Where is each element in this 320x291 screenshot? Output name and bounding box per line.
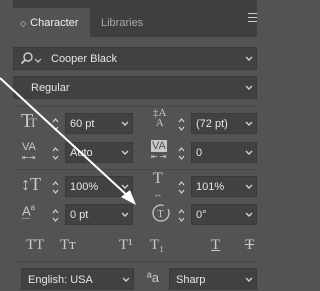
chevron-down-icon <box>242 143 256 162</box>
kerning-field[interactable]: Auto <box>65 142 133 163</box>
font-style-value: Regular <box>31 82 70 94</box>
chevron-down-icon <box>242 114 256 133</box>
baseline-shift-icon: Aa ‾‾‾ <box>22 203 36 228</box>
anti-aliasing-value: Sharp <box>176 274 206 286</box>
chevron-down-icon <box>118 114 132 133</box>
chevron-down-icon <box>118 177 132 196</box>
tracking-value: 0 <box>196 147 203 159</box>
baseline-shift-stepper[interactable] <box>49 206 61 224</box>
font-size-field[interactable]: 60 pt <box>65 113 133 134</box>
language-dropdown[interactable]: English: USA <box>21 268 134 290</box>
divider <box>13 261 257 262</box>
baseline-shift-field[interactable]: 0 pt <box>65 204 133 225</box>
vertical-scale-icon: ↕T <box>21 174 41 194</box>
tracking-field[interactable]: 0 <box>191 142 257 163</box>
kerning-stepper[interactable] <box>49 144 61 162</box>
anti-aliasing-dropdown[interactable]: Sharp <box>169 268 257 290</box>
tab-libraries-label: Libraries <box>101 17 144 29</box>
anti-aliasing-icon: ªa <box>147 270 160 285</box>
rotation-stepper[interactable] <box>175 206 187 224</box>
rotation-value: 0° <box>196 209 207 221</box>
search-icon <box>20 51 42 70</box>
tab-bar: ◇ Character Libraries <box>13 0 257 37</box>
leading-field[interactable]: (72 pt) <box>191 113 257 134</box>
superscript-button[interactable]: T¹ <box>119 237 133 254</box>
underline-button[interactable]: T <box>211 237 220 254</box>
small-caps-button[interactable]: Tт <box>60 237 76 254</box>
strikethrough-button[interactable]: T <box>245 237 254 254</box>
leading-stepper[interactable] <box>175 115 187 133</box>
vertical-scale-stepper[interactable] <box>49 178 61 196</box>
leading-icon: ‡A A <box>153 107 167 129</box>
language-value: English: USA <box>28 274 93 286</box>
chevron-down-icon <box>118 205 132 224</box>
subscript-button[interactable]: T₁ <box>150 237 164 254</box>
horizontal-scale-value: 101% <box>196 181 225 193</box>
kerning-value: Auto <box>70 147 93 159</box>
tracking-stepper[interactable] <box>175 144 187 162</box>
character-panel: ◇ Character Libraries Cooper Black Regula… <box>13 0 257 290</box>
divider <box>13 169 257 170</box>
collapse-arrows-icon: ◇ <box>20 19 27 28</box>
chevron-down-icon <box>242 77 256 98</box>
rotation-field[interactable]: 0° <box>191 204 257 225</box>
font-size-icon: TT <box>21 110 37 132</box>
svg-text:T: T <box>158 209 164 220</box>
tracking-icon: VA ⇤ ⇥ <box>151 140 167 161</box>
chevron-down-icon <box>242 205 256 224</box>
tab-libraries[interactable]: Libraries <box>90 8 160 37</box>
vertical-scale-field[interactable]: 100% <box>65 176 133 197</box>
font-size-value: 60 pt <box>70 118 95 130</box>
tab-character-label: Character <box>30 17 79 29</box>
vertical-scale-value: 100% <box>70 181 99 193</box>
font-style-dropdown[interactable]: Regular <box>13 76 257 99</box>
baseline-shift-value: 0 pt <box>70 209 89 221</box>
horizontal-scale-field[interactable]: 101% <box>191 176 257 197</box>
font-family-dropdown[interactable]: Cooper Black <box>13 47 257 70</box>
chevron-down-icon <box>119 269 133 290</box>
font-family-value: Cooper Black <box>51 53 118 65</box>
tab-character[interactable]: ◇ Character <box>13 8 90 37</box>
panel-menu-icon[interactable] <box>248 13 257 27</box>
chevron-down-icon <box>242 269 256 290</box>
rotation-icon: T <box>151 203 171 228</box>
chevron-down-icon <box>242 48 256 69</box>
chevron-down-icon <box>118 143 132 162</box>
horizontal-scale-icon: T ↔ <box>153 170 163 200</box>
divider <box>13 106 257 107</box>
horizontal-scale-stepper[interactable] <box>175 178 187 196</box>
leading-value: (72 pt) <box>196 118 228 130</box>
chevron-down-icon <box>242 177 256 196</box>
all-caps-button[interactable]: TT <box>26 237 44 254</box>
font-size-stepper[interactable] <box>49 115 61 133</box>
kerning-icon: VA ⇤⇥ <box>22 141 36 163</box>
